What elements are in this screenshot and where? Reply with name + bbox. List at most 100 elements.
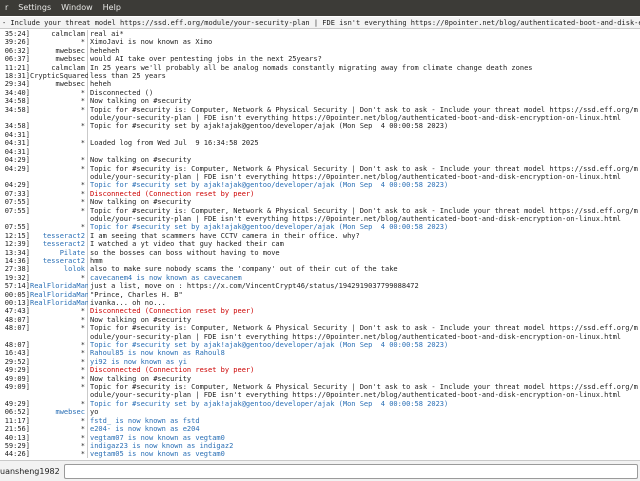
message-text: hmm [90,256,103,265]
nick-label: * [80,88,85,97]
nick-label: * [80,181,85,190]
message-text: fstd_ is now known as fstd [90,416,200,425]
menu-item-0[interactable]: r [0,0,13,16]
message-text: Topic for #security is: Computer, Networ… [90,383,638,400]
message-row: 04:31] * Loaded log from Wed Jul 9 16:34:5… [0,139,640,147]
timestamp: 07:55] [4,223,30,232]
nick-label: * [80,38,85,47]
nick-label: * [80,273,85,282]
message-input[interactable] [63,463,638,479]
message-row: 49:09] * Topic for #security is: Computer,… [0,383,640,400]
nick-label: * [80,450,85,458]
message-text [88,148,640,156]
nick-label[interactable]: tesseract2 [30,257,88,265]
nick-label[interactable]: calmclam [30,30,88,38]
message-row: 00:13] RealFloridaMan ivanka... oh no... [0,299,640,307]
message-row: 11:21] calmclam In 25 years we'll probably… [0,64,640,72]
menu-item-settings[interactable]: Settings [13,0,56,16]
message-row: 06:32] mwebsec heheheh [0,47,640,55]
nick-label[interactable]: CrypticSquared [30,72,88,80]
nick-label[interactable]: mwebsec [30,47,88,55]
timestamp: 34:40] [4,88,30,97]
message-text: Topic for #security set by ajak!ajak@gen… [90,341,449,350]
timestamp: 40:13] [4,433,30,442]
timestamp: 29:52] [4,357,30,366]
nick-label[interactable]: RealFloridaMan [30,282,88,290]
nick-button[interactable]: uansheng1982 [0,467,64,476]
timestamp: 39:26] [4,38,30,47]
message-row: 35:24] calmclam real ai* [0,30,640,38]
message-text: Disconnected (Connection reset by peer) [90,189,255,198]
message-row: 57:14] RealFloridaMan just a list, move on… [0,282,640,290]
nick-label[interactable]: mwebsec [30,408,88,416]
topic-bar[interactable]: - Include your threat model https://ssd.… [0,17,640,29]
nick-label[interactable]: lolok [30,265,88,273]
nick-label: * [80,374,85,383]
message-text [88,131,640,139]
timestamp: 12:39] [4,240,30,249]
nick-label[interactable]: Pilate [30,249,88,257]
timestamp: 48:07] [4,324,30,333]
message-text: indigaz23 is now known as indigaz2 [90,441,234,450]
nick-label: * [80,189,85,198]
menu-bar: r Settings Window Help [0,0,640,16]
timestamp: 34:58] [4,122,30,131]
message-row: 48:07] * Now talking on #security [0,316,640,324]
message-row: 04:29] * Topic for #security set by ajak!a… [0,181,640,189]
timestamp: 19:32] [4,273,30,282]
nick-label: * [80,357,85,366]
timestamp: 06:37] [4,55,30,64]
nick-label[interactable]: RealFloridaMan [30,291,88,299]
message-row: 12:15] tesseract2 I am seeing that scammer… [0,232,640,240]
nick-label: * [80,324,85,333]
timestamp: 04:31] [4,139,30,148]
nick-label: * [80,441,85,450]
message-text: Topic for #security is: Computer, Networ… [90,206,638,223]
menu-item-window[interactable]: Window [56,0,98,16]
nick-label[interactable]: mwebsec [30,80,88,88]
message-text: vegtam05 is now known as vegtam0 [90,450,225,458]
timestamp: 34:58] [4,97,30,106]
message-text: Now talking on #security [90,315,192,324]
message-row: 07:55] * Topic for #security set by ajak!a… [0,223,640,231]
timestamp: 04:31] [4,147,30,156]
message-row: 39:26] * XimoJavi is now known as Ximo [0,38,640,46]
message-row: 18:31] CrypticSquared less than 25 years [0,72,640,80]
nick-label: * [80,307,85,316]
nick-label[interactable]: RealFloridaMan [30,299,88,307]
nick-label[interactable]: tesseract2 [30,232,88,240]
timestamp: 14:36] [4,256,30,265]
nick-label: * [80,366,85,375]
message-text: "Prince, Charles H. B" [90,290,183,299]
input-bar: uansheng1982 [0,460,640,481]
message-row: 29:34] mwebsec heheh [0,80,640,88]
timestamp: 04:31] [4,130,30,139]
message-text: cavecanem4 is now known as cavecanem [90,273,242,282]
timestamp: 12:15] [4,231,30,240]
nick-label: * [80,349,85,358]
message-text: heheheh [90,46,120,55]
nick-label: * [80,383,85,392]
message-text: Now talking on #security [90,374,192,383]
timestamp: 04:29] [4,164,30,173]
message-text: real ai* [90,30,124,38]
chat-log[interactable]: 35:24] calmclam real ai* 39:26] * XimoJavi is… [0,30,640,458]
message-row: 47:43] * Disconnected (Connection reset by… [0,307,640,315]
message-row: 34:58] * Topic for #security set by ajak!a… [0,122,640,130]
timestamp: 04:29] [4,156,30,165]
menu-item-help[interactable]: Help [98,0,126,16]
timestamp: 18:31] [4,72,30,81]
message-row: 44:26] * vegtam05 is now known as vegtam0 [0,450,640,458]
message-row: 07:55] * Topic for #security is: Computer,… [0,207,640,224]
timestamp: 11:21] [4,63,30,72]
nick-label[interactable]: tesseract2 [30,240,88,248]
timestamp: 49:29] [4,399,30,408]
timestamp: 48:07] [4,315,30,324]
nick-label: * [80,105,85,114]
nick-label: * [80,425,85,434]
nick-label[interactable]: calmclam [30,64,88,72]
nick-label[interactable]: mwebsec [30,55,88,63]
timestamp: 29:34] [4,80,30,89]
timestamp: 16:43] [4,349,30,358]
nick-label: * [80,341,85,350]
